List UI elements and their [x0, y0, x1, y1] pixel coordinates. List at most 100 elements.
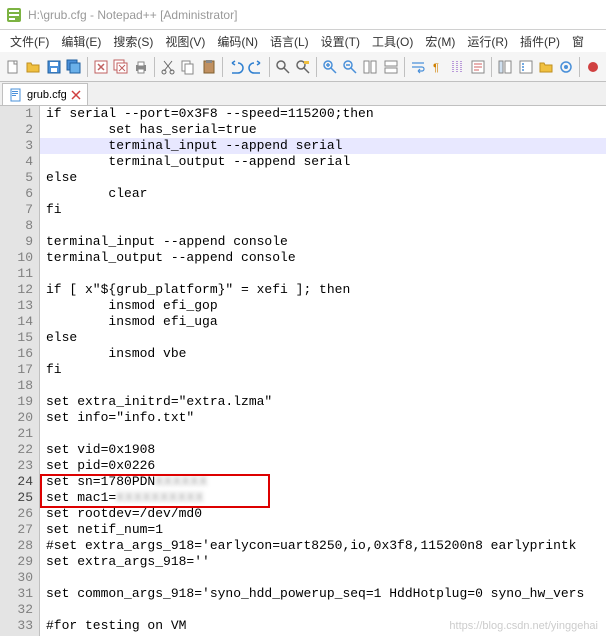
code-line[interactable]: insmod efi_uga	[40, 314, 606, 330]
code-line[interactable]	[40, 378, 606, 394]
code-area[interactable]: if serial --port=0x3F8 --speed=115200;th…	[40, 106, 606, 636]
code-line[interactable]: fi	[40, 362, 606, 378]
cut-button[interactable]	[159, 56, 177, 78]
editor: 1234567891011121314151617181920212223242…	[0, 106, 606, 636]
zoom-in-button[interactable]	[321, 56, 339, 78]
code-line[interactable]: set pid=0x0226	[40, 458, 606, 474]
code-line[interactable]: terminal_input --append serial	[40, 138, 606, 154]
user-lang-button[interactable]	[469, 56, 487, 78]
code-line[interactable]: terminal_output --append console	[40, 250, 606, 266]
menu-language[interactable]: 语言(L)	[264, 31, 315, 52]
close-icon[interactable]	[71, 90, 81, 100]
code-line[interactable]: fi	[40, 202, 606, 218]
line-number: 27	[0, 522, 33, 538]
separator	[491, 57, 492, 77]
close-button[interactable]	[92, 56, 110, 78]
titlebar: H:\grub.cfg - Notepad++ [Administrator]	[0, 0, 606, 30]
menu-encoding[interactable]: 编码(N)	[211, 31, 264, 52]
line-number: 12	[0, 282, 33, 298]
line-number: 14	[0, 314, 33, 330]
show-all-chars-button[interactable]: ¶	[429, 56, 447, 78]
separator	[579, 57, 580, 77]
replace-button[interactable]	[294, 56, 312, 78]
menu-macro[interactable]: 宏(M)	[419, 31, 461, 52]
file-icon	[9, 88, 23, 102]
close-all-button[interactable]	[112, 56, 130, 78]
menu-tools[interactable]: 工具(O)	[366, 31, 419, 52]
menu-edit[interactable]: 编辑(E)	[55, 31, 107, 52]
code-line[interactable]: terminal_output --append serial	[40, 154, 606, 170]
menu-plugins[interactable]: 插件(P)	[514, 31, 566, 52]
code-line[interactable]: else	[40, 330, 606, 346]
line-number: 33	[0, 618, 33, 634]
code-line[interactable]: set vid=0x1908	[40, 442, 606, 458]
line-number: 1	[0, 106, 33, 122]
code-line[interactable]: #set extra_args_918='earlycon=uart8250,i…	[40, 538, 606, 554]
line-number: 4	[0, 154, 33, 170]
word-wrap-button[interactable]	[409, 56, 427, 78]
menu-file[interactable]: 文件(F)	[4, 31, 55, 52]
menubar: 文件(F) 编辑(E) 搜索(S) 视图(V) 编码(N) 语言(L) 设置(T…	[0, 30, 606, 52]
code-line[interactable]: set mac1=XXXXXXXXXX	[40, 490, 606, 506]
zoom-out-button[interactable]	[341, 56, 359, 78]
menu-window[interactable]: 窗	[566, 31, 590, 52]
code-line[interactable]: terminal_input --append console	[40, 234, 606, 250]
line-number: 31	[0, 586, 33, 602]
indent-guide-button[interactable]	[449, 56, 467, 78]
copy-button[interactable]	[179, 56, 197, 78]
redo-button[interactable]	[247, 56, 265, 78]
code-line[interactable]: set has_serial=true	[40, 122, 606, 138]
save-all-button[interactable]	[65, 56, 83, 78]
undo-button[interactable]	[227, 56, 245, 78]
code-line[interactable]: set netif_num=1	[40, 522, 606, 538]
app-icon	[6, 7, 22, 23]
folder-workspace-button[interactable]	[537, 56, 555, 78]
code-line[interactable]	[40, 218, 606, 234]
sync-h-button[interactable]	[382, 56, 400, 78]
print-button[interactable]	[132, 56, 150, 78]
code-line[interactable]: set rootdev=/dev/md0	[40, 506, 606, 522]
code-line[interactable]: if serial --port=0x3F8 --speed=115200;th…	[40, 106, 606, 122]
code-line[interactable]: set common_args_918='syno_hdd_powerup_se…	[40, 586, 606, 602]
find-button[interactable]	[274, 56, 292, 78]
new-file-button[interactable]	[4, 56, 22, 78]
line-number: 26	[0, 506, 33, 522]
file-tab[interactable]: grub.cfg	[2, 83, 88, 105]
code-line[interactable]: else	[40, 170, 606, 186]
code-line[interactable]: set extra_initrd="extra.lzma"	[40, 394, 606, 410]
open-file-button[interactable]	[24, 56, 42, 78]
code-line[interactable]: set extra_args_918=''	[40, 554, 606, 570]
code-line[interactable]	[40, 570, 606, 586]
doc-map-button[interactable]	[496, 56, 514, 78]
code-line[interactable]	[40, 602, 606, 618]
line-number: 29	[0, 554, 33, 570]
paste-button[interactable]	[199, 56, 217, 78]
save-button[interactable]	[44, 56, 62, 78]
code-line[interactable]: if [ x"${grub_platform}" = xefi ]; then	[40, 282, 606, 298]
code-line[interactable]: clear	[40, 186, 606, 202]
menu-run[interactable]: 运行(R)	[461, 31, 514, 52]
line-number: 18	[0, 378, 33, 394]
menu-view[interactable]: 视图(V)	[159, 31, 211, 52]
sync-v-button[interactable]	[361, 56, 379, 78]
record-macro-button[interactable]	[584, 56, 602, 78]
menu-settings[interactable]: 设置(T)	[315, 31, 366, 52]
code-line[interactable]: insmod efi_gop	[40, 298, 606, 314]
watermark: https://blog.csdn.net/yinggehai	[449, 620, 598, 632]
redacted-text: XXXXXX	[155, 474, 208, 489]
line-number: 10	[0, 250, 33, 266]
menu-search[interactable]: 搜索(S)	[107, 31, 159, 52]
toolbar: ¶	[0, 52, 606, 82]
func-list-button[interactable]	[516, 56, 534, 78]
code-line[interactable]: set info="info.txt"	[40, 410, 606, 426]
monitor-button[interactable]	[557, 56, 575, 78]
line-number: 21	[0, 426, 33, 442]
code-line[interactable]	[40, 426, 606, 442]
separator	[87, 57, 88, 77]
code-line[interactable]: insmod vbe	[40, 346, 606, 362]
line-number: 7	[0, 202, 33, 218]
code-line[interactable]: set sn=1780PDNXXXXXX	[40, 474, 606, 490]
separator	[269, 57, 270, 77]
separator	[316, 57, 317, 77]
code-line[interactable]	[40, 266, 606, 282]
